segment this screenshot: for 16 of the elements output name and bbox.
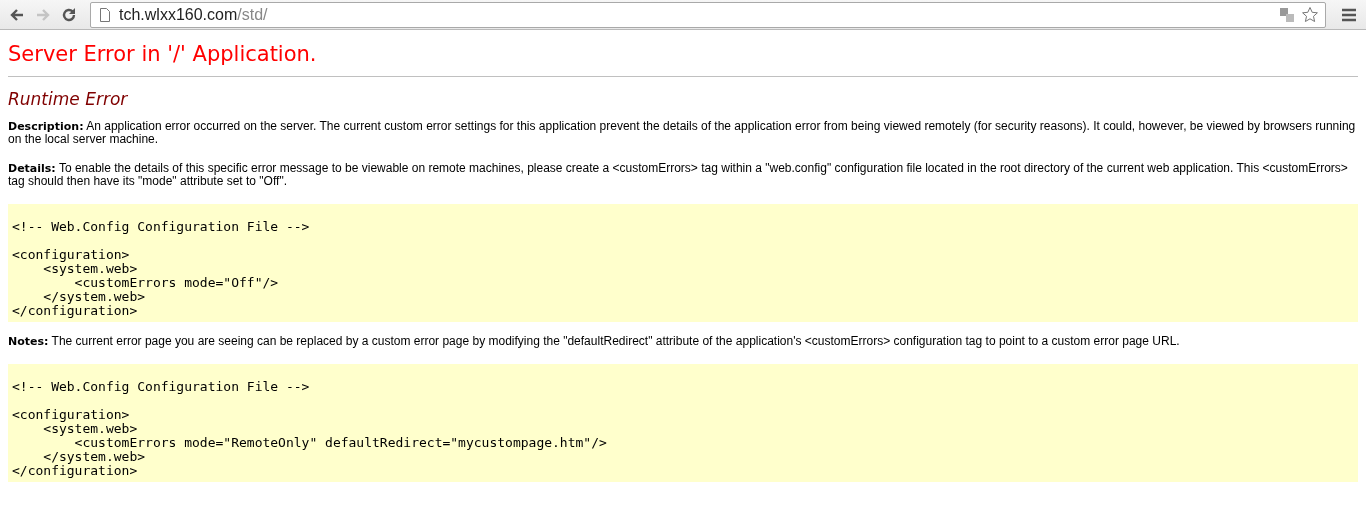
url-text: tch.wlxx160.com/std/ bbox=[119, 5, 269, 24]
page-icon bbox=[97, 6, 113, 23]
code-block: <!-- Web.Config Configuration File --> <configuration> <system.web> <customErrors mode="RemoteOnly" defaultRedirect="mycustompage.htm"/> </system.web> </configuration> bbox=[8, 364, 1358, 482]
reload-icon bbox=[61, 6, 77, 23]
paragraph: Description: An application error occurred on the server. The current custom error settings for this application prevent the details of the application error from being viewed remotely (for security reasons). It could, however, be viewed by browsers running on the local server machine. bbox=[8, 120, 1357, 146]
back-arrow-icon bbox=[9, 6, 25, 23]
paragraph: Details: To enable the details of this specific error message to be viewable on remote machines, please create a <customErrors> tag within a "web.config" configuration file located in the root directory of the current web application. This <customErrors> tag should then have its "mode" attribute set to "Off". bbox=[8, 162, 1349, 188]
page-title: Server Error in '/' Application. bbox=[8, 42, 318, 66]
forward-arrow-icon bbox=[35, 6, 51, 23]
translate-icon[interactable] bbox=[1279, 6, 1295, 23]
paragraph: Notes: The current error page you are seeing can be replaced by a custom error page by modifying the "defaultRedirect" attribute of the application's <customErrors> configuration tag to point to a custom error page URL. bbox=[8, 335, 1181, 348]
menu-icon bbox=[1341, 7, 1357, 22]
bookmark-star-icon[interactable] bbox=[1301, 5, 1319, 24]
code-block: <!-- Web.Config Configuration File --> <configuration> <system.web> <customErrors mode="Off"/> </system.web> </configuration> bbox=[8, 204, 1358, 322]
error-heading: Runtime Error bbox=[8, 89, 129, 109]
address-bar[interactable]: tch.wlxx160.com/std/ bbox=[90, 1, 1326, 28]
